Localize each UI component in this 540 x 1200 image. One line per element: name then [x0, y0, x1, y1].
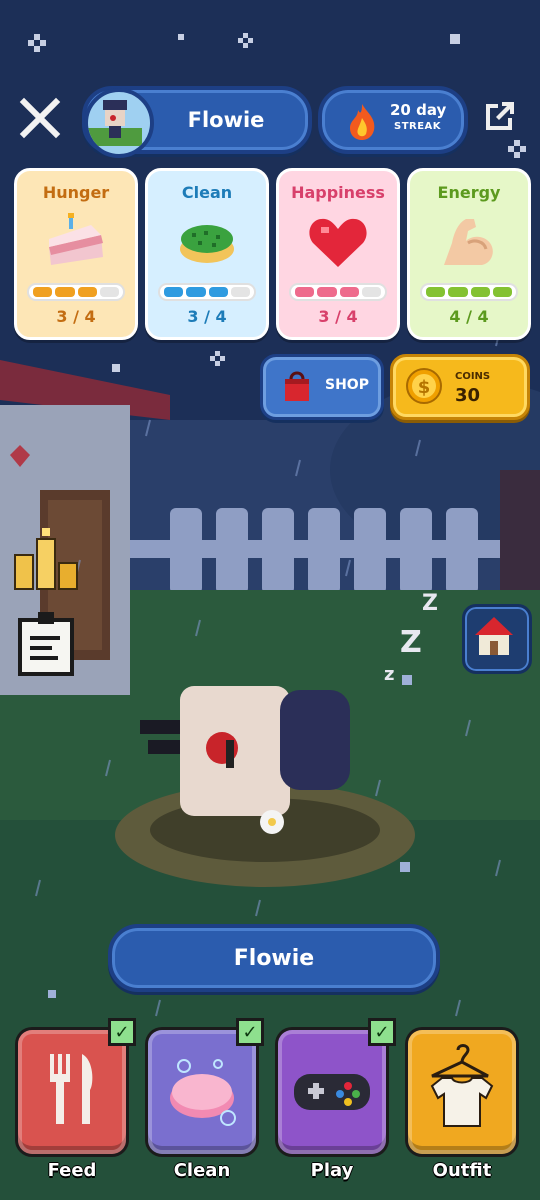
- share-icon[interactable]: [480, 96, 520, 136]
- bar-segment: [317, 287, 337, 297]
- stat-card-hunger: Hunger 3 / 4: [14, 168, 138, 340]
- stat-card-energy: Energy 4 / 4: [407, 168, 531, 340]
- bar-segment: [361, 287, 381, 297]
- house-icon: [475, 617, 513, 655]
- energy-progress-bar: [420, 283, 518, 301]
- stat-title: Hunger: [42, 183, 110, 202]
- bar-segment: [77, 287, 97, 297]
- coins-counter: $ COINS 30: [390, 354, 530, 420]
- pet-name-banner: Flowie: [108, 924, 440, 992]
- fork-knife-icon: [50, 1054, 93, 1124]
- stat-card-happiness: Happiness 3 / 4: [276, 168, 400, 340]
- stat-count: 4 / 4: [449, 307, 489, 326]
- avatar: [84, 88, 154, 158]
- bar-segment: [208, 287, 228, 297]
- stat-title: Energy: [437, 183, 501, 202]
- bar-segment: [492, 287, 512, 297]
- stat-count: 3 / 4: [318, 307, 358, 326]
- stat-card-clean: Clean 3 / 4: [145, 168, 269, 340]
- feed-done-check: ✓: [108, 1018, 136, 1046]
- hunger-progress-bar: [27, 283, 125, 301]
- home-button[interactable]: [462, 604, 532, 674]
- bar-segment: [295, 287, 315, 297]
- pet-name: Flowie: [233, 945, 315, 971]
- bar-segment: [426, 287, 446, 297]
- sponge-icon: [180, 225, 234, 263]
- flexed-arm-icon: [444, 219, 493, 265]
- coin-icon: $: [406, 368, 442, 404]
- stat-title: Clean: [181, 183, 233, 202]
- bar-segment: [339, 287, 359, 297]
- heart-icon: [309, 218, 367, 267]
- streak-label: STREAK: [394, 121, 442, 132]
- outfit-label: Outfit: [432, 1160, 492, 1181]
- streak-pill[interactable]: 20 day STREAK: [318, 86, 468, 154]
- bar-segment: [470, 287, 490, 297]
- clean-done-check: ✓: [236, 1018, 264, 1046]
- play-label: Play: [310, 1160, 354, 1181]
- coins-label: COINS: [455, 371, 491, 382]
- bar-segment: [33, 287, 53, 297]
- play-done-check: ✓: [368, 1018, 396, 1046]
- profile-pill[interactable]: Flowie: [82, 86, 312, 158]
- bar-segment: [55, 287, 75, 297]
- feed-button[interactable]: [18, 1030, 126, 1154]
- bar-segment: [448, 287, 468, 297]
- notepad-icon[interactable]: [14, 610, 78, 680]
- svg-text:z: z: [384, 664, 394, 685]
- stat-count: 3 / 4: [56, 307, 96, 326]
- svg-text:Z: Z: [400, 625, 422, 660]
- flame-icon: [350, 104, 375, 140]
- clean-label: Clean: [173, 1160, 231, 1181]
- happiness-progress-bar: [289, 283, 387, 301]
- bar-segment: [99, 287, 119, 297]
- soap-icon: [170, 1059, 236, 1126]
- shopping-bag-icon: [285, 371, 309, 401]
- bar-segment: [186, 287, 206, 297]
- profile-name: Flowie: [187, 108, 265, 132]
- bar-segment: [230, 287, 250, 297]
- cake-icon: [49, 213, 103, 265]
- svg-text:$: $: [418, 377, 431, 398]
- clean-progress-bar: [158, 283, 256, 301]
- play-button[interactable]: [278, 1030, 386, 1154]
- svg-text:Z: Z: [422, 591, 438, 616]
- gamepad-icon: [294, 1074, 370, 1110]
- close-icon[interactable]: [18, 96, 62, 140]
- shop-button[interactable]: SHOP: [260, 354, 384, 420]
- stat-title: Happiness: [291, 183, 385, 202]
- streak-days: 20 day: [390, 101, 447, 119]
- feed-label: Feed: [47, 1160, 97, 1181]
- clean-button[interactable]: [148, 1030, 256, 1154]
- trophy-podium-icon[interactable]: [10, 524, 82, 596]
- shirt-icon: [430, 1044, 494, 1127]
- stat-count: 3 / 4: [187, 307, 227, 326]
- coins-value: 30: [455, 385, 481, 406]
- shop-label: SHOP: [325, 377, 369, 393]
- outfit-button[interactable]: [408, 1030, 516, 1154]
- bar-segment: [164, 287, 184, 297]
